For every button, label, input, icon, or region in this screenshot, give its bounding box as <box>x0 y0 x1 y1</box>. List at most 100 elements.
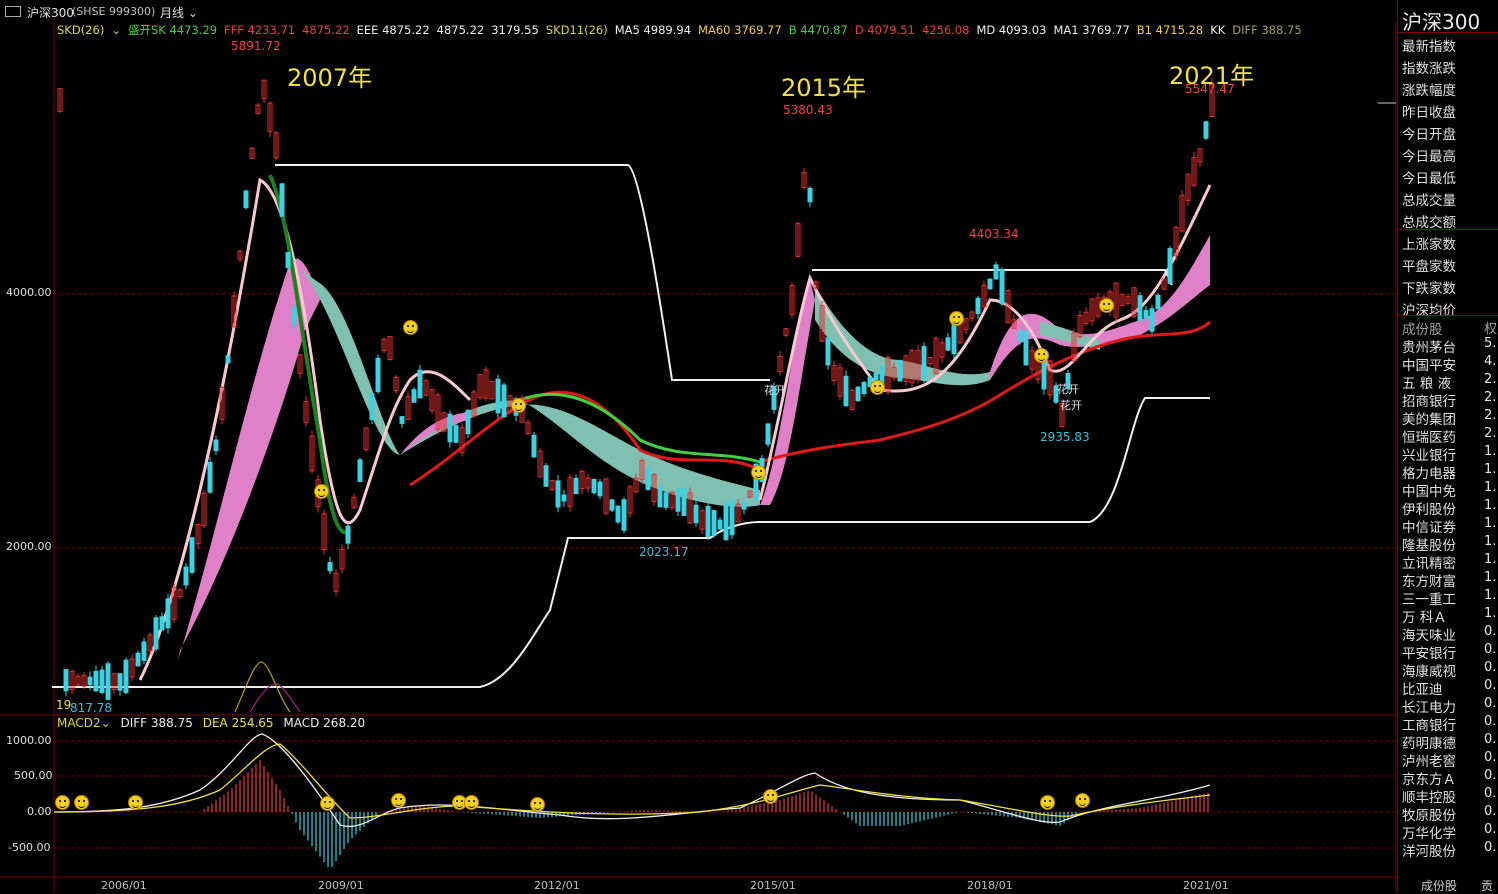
constituent-name[interactable]: 洋河股份 <box>1402 840 1456 860</box>
macd-name[interactable]: MACD2 <box>57 716 101 730</box>
candle-body <box>1023 330 1029 366</box>
candle-body <box>345 525 351 544</box>
constituent-name[interactable]: 格力电器 <box>1402 462 1456 482</box>
indicator-item: MA60 3769.77 <box>698 23 782 37</box>
constituent-weight: 0. <box>1484 840 1497 855</box>
constituent-name[interactable]: 万华化学 <box>1402 822 1456 842</box>
x-axis-2018: 2018/01 <box>967 879 1013 892</box>
indicator-item: MA1 3769.77 <box>1053 23 1130 37</box>
constituent-weight: 0. <box>1484 642 1497 657</box>
quote-field-label: 指数涨跌 <box>1402 61 1456 77</box>
candle-body <box>723 503 729 541</box>
indicator-item[interactable]: SKD(26) <box>57 23 104 37</box>
smiley-marker-icon <box>949 311 964 326</box>
constituent-name[interactable]: 贵州茅台 <box>1402 336 1456 356</box>
low-label-2013: 2023.17 <box>639 545 689 559</box>
macd-header: MACD2⌄ DIFF 388.75 DEA 254.65 MACD 268.2… <box>57 716 365 730</box>
candle-body <box>87 676 93 686</box>
constituent-name[interactable]: 平安银行 <box>1402 642 1456 662</box>
candle-body <box>93 670 99 692</box>
macd-dea: DEA 254.65 <box>202 716 274 730</box>
candle-body <box>609 499 615 511</box>
sidebar-tabs: 成份股 贡 <box>1397 876 1498 893</box>
quote-field-label: 最新指数 <box>1402 39 1456 55</box>
constituent-name[interactable]: 五 粮 液 <box>1402 372 1451 392</box>
constituent-name[interactable]: 中信证券 <box>1402 516 1456 536</box>
quote-field-label: 平盘家数 <box>1402 259 1456 275</box>
constituent-name[interactable]: 隆基股份 <box>1402 534 1456 554</box>
candle-body <box>357 459 363 483</box>
tab-constituents[interactable]: 成份股 <box>1421 877 1457 894</box>
smiley-marker-icon <box>1075 793 1090 808</box>
weight-header[interactable]: 权 <box>1484 318 1497 337</box>
indicator-values-line: SKD(26) ⌄ 盛开SK 4473.29 FFF 4233.71 4875.22 EE… <box>57 22 1309 38</box>
constituent-name[interactable]: 海天味业 <box>1402 624 1456 644</box>
indicator-item: DIFF 388.75 <box>1232 23 1302 37</box>
smiley-marker-icon <box>1040 795 1055 810</box>
constituent-name[interactable]: 万 科Ａ <box>1402 606 1447 626</box>
smiley-marker-icon <box>763 789 778 804</box>
candle-body <box>1155 294 1161 310</box>
constituent-name[interactable]: 中国平安 <box>1402 354 1456 374</box>
candle-body <box>573 477 579 495</box>
kline-chart[interactable] <box>0 22 1397 893</box>
constituent-name[interactable]: 东方财富 <box>1402 570 1456 590</box>
smiley-marker-icon <box>1034 348 1049 363</box>
period-selector[interactable]: 月线 ⌄ <box>160 4 198 21</box>
tab-contribution[interactable]: 贡 <box>1481 877 1493 894</box>
constituent-name[interactable]: 恒瑞医药 <box>1402 426 1456 446</box>
constituent-weight: 0. <box>1484 678 1497 693</box>
smiley-marker-icon <box>320 796 335 811</box>
constituent-name[interactable]: 美的集团 <box>1402 408 1456 428</box>
candle-body <box>1137 295 1143 321</box>
constituent-name[interactable]: 顺丰控股 <box>1402 786 1456 806</box>
constituent-name[interactable]: 泸州老窖 <box>1402 750 1456 770</box>
constituent-name[interactable]: 三一重工 <box>1402 588 1456 608</box>
candle-body <box>921 346 927 380</box>
x-axis-2021: 2021/01 <box>1183 879 1229 892</box>
candle-body <box>453 425 459 443</box>
period-label: 月线 <box>160 6 185 20</box>
constituent-name[interactable]: 海康威视 <box>1402 660 1456 680</box>
constituent-name[interactable]: 兴业银行 <box>1402 444 1456 464</box>
candle-body <box>615 505 621 523</box>
peak-label-2018: 4403.34 <box>969 227 1019 241</box>
constituent-name[interactable]: 牧原股份 <box>1402 804 1456 824</box>
candle-body <box>105 663 111 700</box>
quote-field-label: 今日开盘 <box>1402 127 1456 143</box>
constituent-weight: 0. <box>1484 714 1497 729</box>
candle-body <box>141 641 147 661</box>
constituent-weight: 0. <box>1484 768 1497 783</box>
constituent-name[interactable]: 伊利股份 <box>1402 498 1456 518</box>
constituent-name[interactable]: 比亚迪 <box>1402 678 1443 698</box>
constituent-name[interactable]: 京东方Ａ <box>1402 768 1456 788</box>
candle-body <box>243 190 249 209</box>
indicator-item: KK <box>1210 23 1226 37</box>
candle-body <box>411 389 417 403</box>
candle-body <box>117 673 123 691</box>
chevron-down-icon: ⌄ <box>111 23 121 37</box>
constituent-name[interactable]: 工商银行 <box>1402 714 1456 734</box>
x-axis-2015: 2015/01 <box>750 879 796 892</box>
constituent-header[interactable]: 成份股 <box>1402 318 1443 338</box>
constituent-weight: 1. <box>1484 498 1497 513</box>
peak-label-2021: 5547.47 <box>1185 82 1235 96</box>
candle-body <box>291 306 297 326</box>
quote-field-label: 涨跌幅度 <box>1402 83 1456 99</box>
candle-body <box>705 506 711 537</box>
constituent-name[interactable]: 中国中免 <box>1402 480 1456 500</box>
x-axis-2009: 2009/01 <box>318 879 364 892</box>
indicator-item: 4875.22 <box>436 23 485 37</box>
candle-body <box>855 386 861 402</box>
macd-tick-500: 500.00 <box>14 769 53 782</box>
candle-body <box>645 468 651 490</box>
constituent-name[interactable]: 药明康德 <box>1402 732 1456 752</box>
candle-body <box>465 409 471 435</box>
window-menu-icon[interactable] <box>5 6 21 17</box>
constituent-name[interactable]: 长江电力 <box>1402 696 1456 716</box>
candle-body <box>591 478 597 494</box>
constituent-weight: 2. <box>1484 408 1497 423</box>
constituent-name[interactable]: 招商银行 <box>1402 390 1456 410</box>
constituent-name[interactable]: 立讯精密 <box>1402 552 1456 572</box>
candle-body <box>1149 308 1155 332</box>
